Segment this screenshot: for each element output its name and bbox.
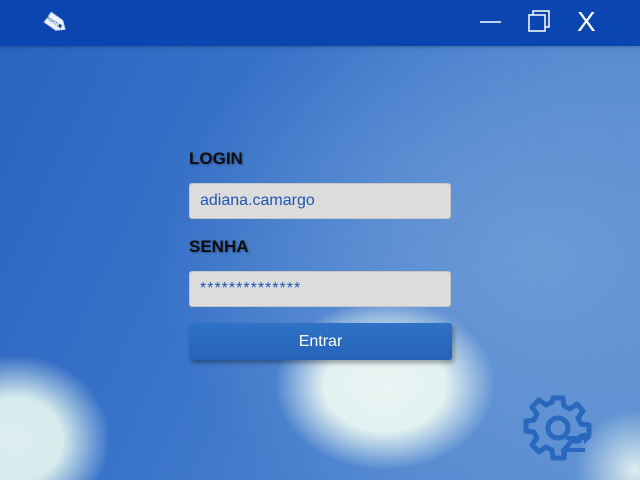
- title-bar: PROPITOS X: [0, 0, 640, 46]
- settings-button[interactable]: [522, 392, 594, 464]
- tag-logo-icon: PROPITOS: [42, 9, 70, 37]
- minimize-icon: [480, 21, 501, 23]
- password-input[interactable]: [189, 271, 451, 307]
- login-input[interactable]: [189, 183, 451, 219]
- password-label: SENHA: [189, 237, 249, 256]
- restore-button[interactable]: [520, 0, 560, 46]
- login-button[interactable]: Entrar: [189, 323, 452, 360]
- minimize-button[interactable]: [472, 0, 512, 46]
- login-label: LOGIN: [189, 149, 243, 168]
- close-icon: X: [577, 6, 596, 37]
- restore-icon: [528, 10, 550, 32]
- settings-sync-icon: [523, 395, 592, 461]
- close-button[interactable]: X: [567, 0, 607, 46]
